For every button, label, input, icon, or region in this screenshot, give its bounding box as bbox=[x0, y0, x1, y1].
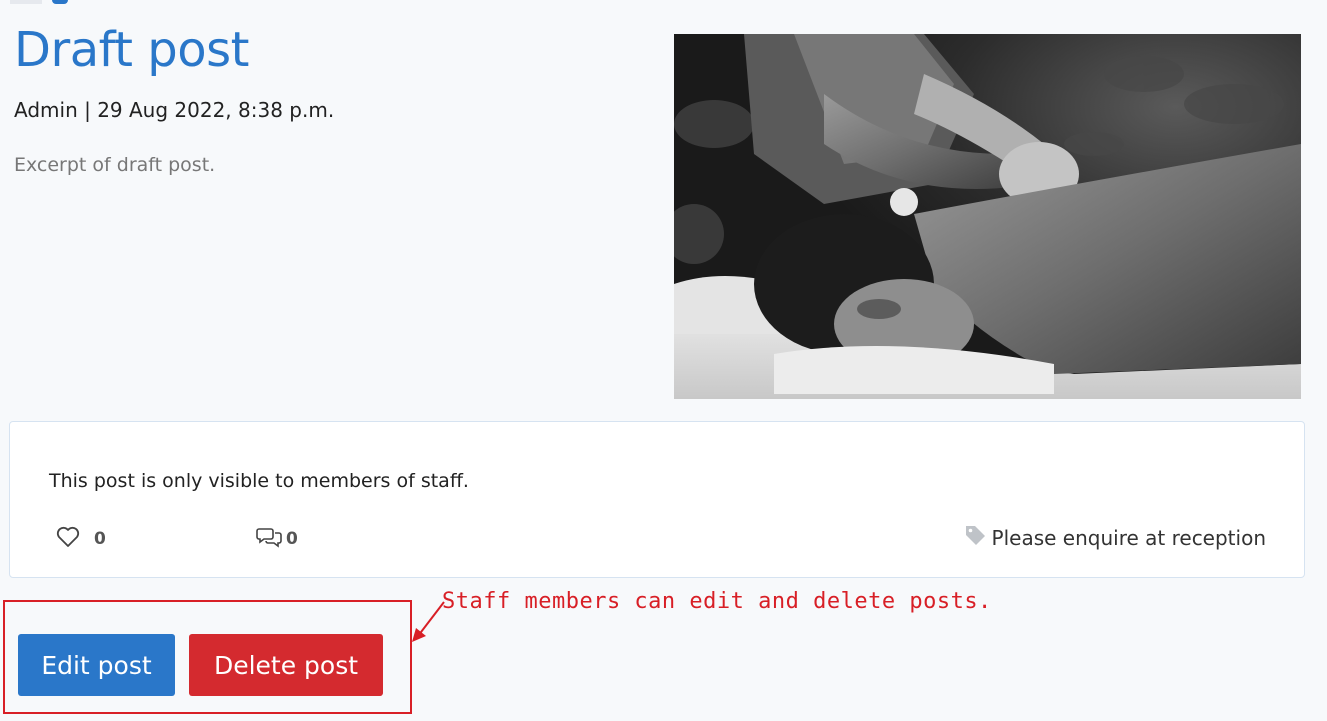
post-tag: Please enquire at reception bbox=[964, 524, 1266, 551]
tag-icon bbox=[964, 524, 986, 551]
like-count: 0 bbox=[94, 529, 106, 549]
like-control[interactable]: 0 bbox=[56, 526, 106, 552]
post-featured-image bbox=[674, 34, 1301, 399]
post-body-card: This post is only visible to members of … bbox=[9, 421, 1305, 578]
tag-label: Please enquire at reception bbox=[991, 525, 1266, 550]
post-excerpt: Excerpt of draft post. bbox=[14, 154, 216, 176]
comment-count: 0 bbox=[286, 529, 298, 549]
comment-control[interactable]: 0 bbox=[256, 526, 298, 552]
heart-icon[interactable] bbox=[56, 526, 80, 552]
annotation-text: Staff members can edit and delete posts. bbox=[442, 589, 992, 614]
staff-only-notice: This post is only visible to members of … bbox=[49, 470, 469, 492]
top-nav-fragment bbox=[10, 0, 42, 4]
comments-icon bbox=[256, 526, 282, 552]
post-title: Draft post bbox=[14, 22, 249, 78]
edit-post-button[interactable]: Edit post bbox=[18, 634, 175, 696]
post-meta: Admin | 29 Aug 2022, 8:38 p.m. bbox=[14, 98, 335, 122]
top-nav-link-fragment[interactable] bbox=[52, 0, 68, 4]
delete-post-button[interactable]: Delete post bbox=[189, 634, 383, 696]
